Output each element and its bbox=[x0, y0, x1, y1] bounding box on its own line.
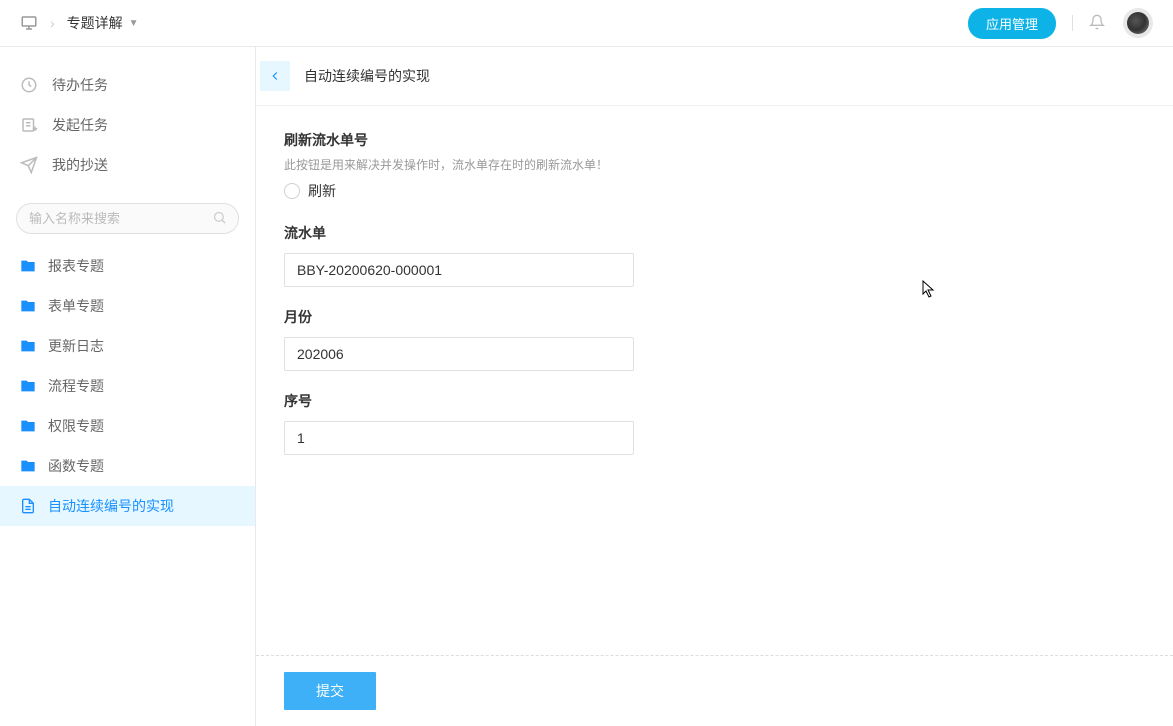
serial-label: 流水单 bbox=[284, 223, 1145, 243]
divider bbox=[1072, 15, 1073, 31]
form-area: 刷新流水单号 此按钮是用来解决并发操作时，流水单存在时的刷新流水单！ 刷新 流水… bbox=[256, 106, 1173, 655]
folder-icon bbox=[20, 458, 36, 474]
radio-icon bbox=[284, 183, 300, 199]
sidebar-item-workflow[interactable]: 流程专题 bbox=[0, 366, 255, 406]
header-actions: 应用管理 bbox=[968, 8, 1153, 39]
back-button[interactable] bbox=[260, 61, 290, 91]
month-label: 月份 bbox=[284, 307, 1145, 327]
nav-todo[interactable]: 待办任务 bbox=[0, 65, 255, 105]
sidebar-item-functions[interactable]: 函数专题 bbox=[0, 446, 255, 486]
submit-button[interactable]: 提交 bbox=[284, 672, 376, 710]
avatar[interactable] bbox=[1123, 8, 1153, 38]
nav-start[interactable]: 发起任务 bbox=[0, 105, 255, 145]
sidebar-item-changelog[interactable]: 更新日志 bbox=[0, 326, 255, 366]
sidebar-item-permissions[interactable]: 权限专题 bbox=[0, 406, 255, 446]
search-box bbox=[16, 203, 239, 234]
folder-label: 流程专题 bbox=[48, 376, 104, 396]
refresh-hint: 此按钮是用来解决并发操作时，流水单存在时的刷新流水单！ bbox=[284, 156, 1145, 173]
caret-down-icon: ▼ bbox=[129, 18, 139, 29]
form-footer: 提交 bbox=[256, 655, 1173, 726]
breadcrumb: › 专题详解 ▼ bbox=[20, 13, 139, 33]
main-container: 待办任务 发起任务 我的抄送 报表专题 bbox=[0, 47, 1173, 726]
list-plus-icon bbox=[20, 116, 38, 134]
folder-icon bbox=[20, 418, 36, 434]
clock-icon bbox=[20, 76, 38, 94]
top-header: › 专题详解 ▼ 应用管理 bbox=[0, 0, 1173, 47]
refresh-title: 刷新流水单号 bbox=[284, 130, 1145, 150]
folder-label: 报表专题 bbox=[48, 256, 104, 276]
app-manage-button[interactable]: 应用管理 bbox=[968, 8, 1056, 39]
refresh-section: 刷新流水单号 此按钮是用来解决并发操作时，流水单存在时的刷新流水单！ 刷新 bbox=[284, 130, 1145, 201]
nav-label: 发起任务 bbox=[52, 115, 108, 135]
serial-input[interactable] bbox=[284, 253, 634, 287]
folder-list: 报表专题 表单专题 更新日志 流程专题 权限专题 函数专题 bbox=[0, 246, 255, 526]
sidebar: 待办任务 发起任务 我的抄送 报表专题 bbox=[0, 47, 256, 726]
folder-label: 权限专题 bbox=[48, 416, 104, 436]
content-header: 自动连续编号的实现 bbox=[256, 47, 1173, 106]
folder-label: 表单专题 bbox=[48, 296, 104, 316]
content-area: 自动连续编号的实现 刷新流水单号 此按钮是用来解决并发操作时，流水单存在时的刷新… bbox=[256, 47, 1173, 726]
chevron-right-icon: › bbox=[50, 15, 55, 31]
seq-input[interactable] bbox=[284, 421, 634, 455]
bell-icon[interactable] bbox=[1089, 14, 1107, 32]
folder-label: 自动连续编号的实现 bbox=[48, 496, 174, 516]
nav-label: 待办任务 bbox=[52, 75, 108, 95]
month-input[interactable] bbox=[284, 337, 634, 371]
search-input[interactable] bbox=[16, 203, 239, 234]
nav-label: 我的抄送 bbox=[52, 155, 108, 175]
nav-cc[interactable]: 我的抄送 bbox=[0, 145, 255, 185]
paper-plane-icon bbox=[20, 156, 38, 174]
radio-label: 刷新 bbox=[308, 181, 336, 201]
sidebar-item-auto-number[interactable]: 自动连续编号的实现 bbox=[0, 486, 255, 526]
folder-icon bbox=[20, 298, 36, 314]
file-icon bbox=[20, 498, 36, 514]
refresh-radio[interactable]: 刷新 bbox=[284, 181, 1145, 201]
search-icon bbox=[212, 210, 227, 228]
breadcrumb-label: 专题详解 bbox=[67, 13, 123, 33]
monitor-icon[interactable] bbox=[20, 14, 38, 32]
seq-label: 序号 bbox=[284, 391, 1145, 411]
folder-icon bbox=[20, 338, 36, 354]
breadcrumb-dropdown[interactable]: 专题详解 ▼ bbox=[67, 13, 139, 33]
page-title: 自动连续编号的实现 bbox=[304, 66, 430, 86]
folder-icon bbox=[20, 258, 36, 274]
folder-label: 函数专题 bbox=[48, 456, 104, 476]
folder-label: 更新日志 bbox=[48, 336, 104, 356]
sidebar-item-reports[interactable]: 报表专题 bbox=[0, 246, 255, 286]
sidebar-item-forms[interactable]: 表单专题 bbox=[0, 286, 255, 326]
folder-icon bbox=[20, 378, 36, 394]
